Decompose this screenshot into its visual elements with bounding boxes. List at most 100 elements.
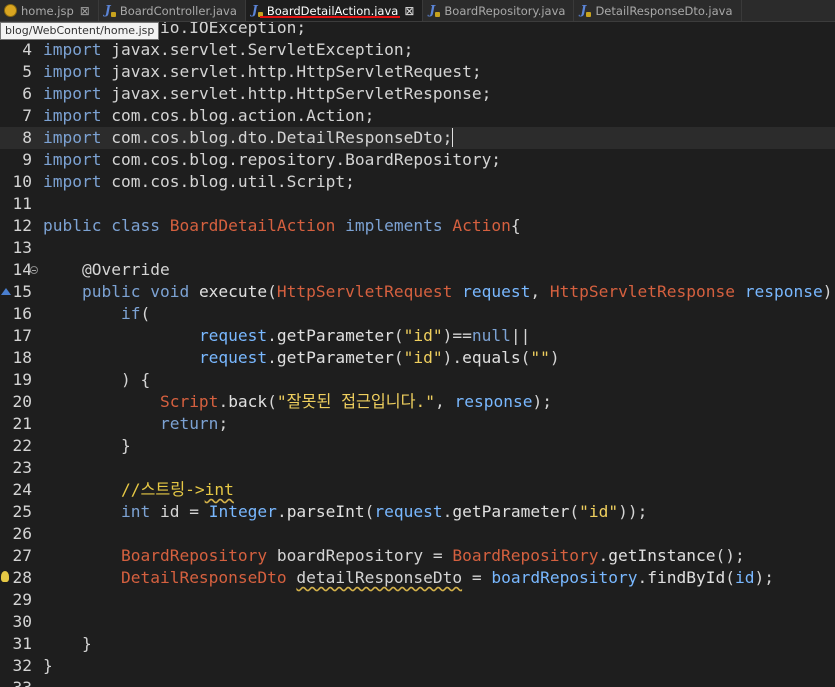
line-number: 19 (12, 370, 33, 389)
line-number: 11 (12, 194, 33, 213)
line-number: 4 (22, 40, 32, 59)
code-text: public void execute(HttpServletRequest r… (81, 282, 833, 301)
code-line[interactable]: 18 request.getParameter("id").equals("") (0, 347, 835, 369)
java-file-icon (250, 3, 263, 17)
tab-label: BoardDetailAction.java (266, 3, 399, 18)
line-number: 33 (0, 677, 40, 687)
line-number: 32 (12, 656, 33, 675)
line-number: 21 (12, 414, 33, 433)
code-text: //스트링->int (120, 480, 234, 499)
code-line[interactable]: 11 (0, 193, 835, 215)
code-line[interactable]: 7 import com.cos.blog.action.Action; (0, 105, 835, 127)
code-text: BoardRepository boardRepository = BoardR… (120, 546, 745, 565)
line-number: 28 (0, 567, 40, 589)
code-line[interactable]: 13 (0, 237, 835, 259)
line-number: 27 (12, 546, 33, 565)
line-number: 16 (12, 304, 33, 323)
code-line[interactable]: 21 return; (0, 413, 835, 435)
code-line[interactable]: 30 (0, 611, 835, 633)
fold-toggle-icon[interactable] (30, 266, 38, 274)
close-tab-icon[interactable]: ⊠ (404, 4, 414, 18)
line-number: 8 (22, 128, 32, 147)
editor-tab-bar: home.jsp ⊠ BoardController.java BoardDetail… (0, 0, 835, 22)
tab-boardcontroller-java[interactable]: BoardController.java (99, 0, 246, 21)
code-editor[interactable]: 3import java.io.IOException;4import java… (0, 22, 835, 687)
code-text: @Override (81, 260, 170, 279)
code-line[interactable]: 28 DetailResponseDto detailResponseDto =… (0, 567, 835, 589)
line-number: 20 (12, 392, 33, 411)
line-number: 5 (22, 62, 32, 81)
code-text: } (43, 436, 131, 455)
tab-boardrepository-java[interactable]: BoardRepository.java (423, 0, 575, 21)
line-number: 18 (12, 348, 33, 367)
code-line[interactable]: 33 (0, 677, 835, 687)
jsp-file-icon (4, 4, 17, 17)
code-text: import com.cos.blog.action.Action; (43, 106, 375, 125)
line-number: 22 (12, 436, 33, 455)
code-line[interactable]: 32} (0, 655, 835, 677)
line-number: 23 (12, 458, 33, 477)
code-text: if( (120, 304, 151, 323)
code-line[interactable]: 25 int id = Integer.parseInt(request.get… (0, 501, 835, 523)
code-line[interactable]: 16 if( (0, 303, 835, 325)
code-text: DetailResponseDto detailResponseDto = bo… (120, 568, 774, 587)
code-line[interactable]: 5 import javax.servlet.http.HttpServletRe… (0, 61, 835, 83)
code-line[interactable]: 6 import javax.servlet.http.HttpServletRe… (0, 83, 835, 105)
code-line[interactable]: 29 (0, 589, 835, 611)
line-number: 13 (12, 238, 33, 257)
code-text: ) { (43, 370, 151, 389)
tab-label: DetailResponseDto.java (595, 3, 733, 18)
tab-boarddetailaction-java[interactable]: BoardDetailAction.java ⊠ (245, 0, 424, 21)
code-line[interactable]: 26 (0, 523, 835, 545)
line-number: 29 (12, 590, 33, 609)
code-line[interactable]: 22 } (0, 435, 835, 457)
code-line[interactable]: 19 ) { (0, 369, 835, 391)
code-text: public class BoardDetailAction implement… (43, 216, 521, 235)
close-tab-icon[interactable]: ⊠ (80, 4, 90, 18)
code-text: request.getParameter("id")==null|| (198, 326, 531, 345)
line-number: 12 (12, 216, 33, 235)
code-text: request.getParameter("id").equals("") (198, 348, 560, 367)
code-line[interactable]: 15 public void execute(HttpServletReques… (0, 281, 835, 303)
code-line[interactable]: 20 Script.back("잘못된 접근입니다.", response); (0, 391, 835, 413)
code-line[interactable]: 23 (0, 457, 835, 479)
line-number: 7 (22, 106, 32, 125)
code-text: } (43, 656, 53, 675)
line-number: 25 (12, 502, 33, 521)
line-number: 6 (22, 84, 32, 103)
code-line[interactable]: 31 } (0, 633, 835, 655)
tab-home-jsp[interactable]: home.jsp ⊠ (0, 0, 99, 21)
code-line[interactable]: 14 @Override (0, 259, 835, 281)
java-file-icon (427, 3, 441, 17)
code-line[interactable]: 10 import com.cos.blog.util.Script; (0, 171, 835, 193)
text-caret (452, 128, 454, 147)
code-text: } (43, 634, 92, 653)
code-text: import javax.servlet.ServletException; (43, 40, 414, 59)
line-number: 31 (12, 634, 33, 653)
code-line[interactable]: 12 public class BoardDetailAction impleme… (0, 215, 835, 237)
code-line[interactable]: 27 BoardRepository boardRepository = Boa… (0, 545, 835, 567)
tab-label: BoardController.java (119, 3, 237, 18)
line-number: 26 (12, 524, 33, 543)
code-lines: 3import java.io.IOException;4import java… (0, 22, 835, 687)
line-number: 10 (12, 172, 33, 191)
line-number: 9 (22, 150, 32, 169)
override-marker-icon[interactable] (1, 288, 11, 295)
line-number: 17 (12, 326, 33, 345)
line-number: 24 (12, 480, 33, 499)
code-line[interactable]: 4 import javax.servlet.ServletException; (0, 39, 835, 61)
line-number: 15 (0, 281, 40, 303)
code-text: return; (159, 414, 229, 433)
code-line[interactable]: 9 import com.cos.blog.repository.BoardRep… (0, 149, 835, 171)
java-file-icon (578, 3, 592, 17)
code-line[interactable]: 24 //스트링->int (0, 479, 835, 501)
code-line[interactable]: 8 import com.cos.blog.dto.DetailResponseD… (0, 127, 835, 149)
tab-detailresponsedto-java[interactable]: DetailResponseDto.java (574, 0, 742, 21)
code-line[interactable]: 17 request.getParameter("id")==null|| (0, 325, 835, 347)
quick-fix-bulb-icon[interactable] (1, 571, 9, 582)
